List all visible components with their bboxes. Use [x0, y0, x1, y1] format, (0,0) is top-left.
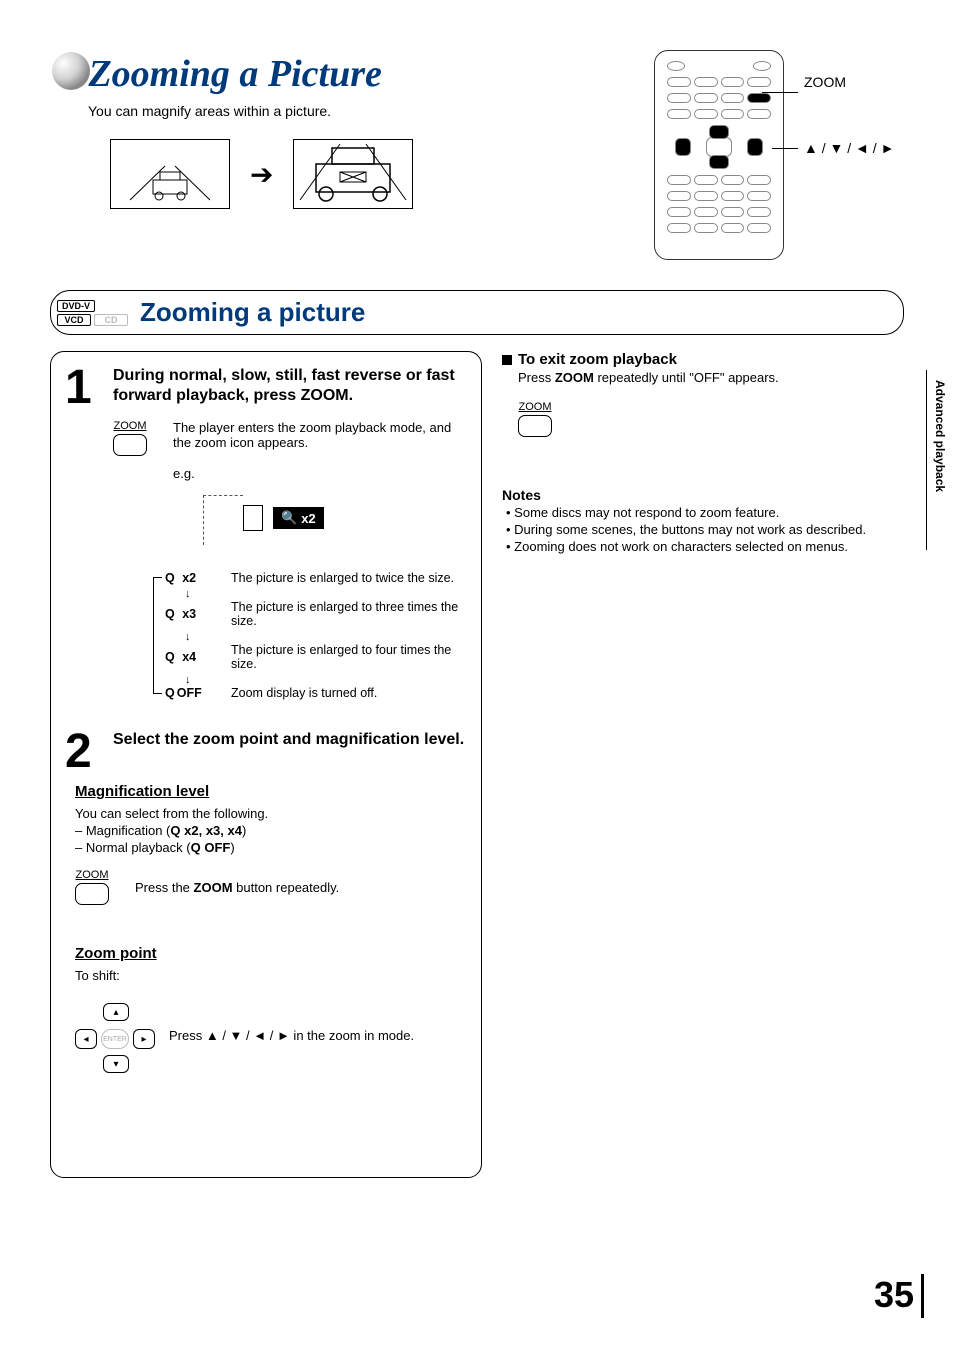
- down-arrow-icon: ↓: [185, 589, 467, 600]
- exit-zoom-desc: Press ZOOM repeatedly until "OFF" appear…: [518, 370, 904, 385]
- left-button-icon: ◂: [75, 1029, 97, 1049]
- zoom-button-icon: ZOOM: [75, 869, 109, 905]
- zoom-point-desc: Press ▲ / ▼ / ◄ / ► in the zoom in mode.: [169, 1028, 414, 1043]
- zoom-repeat-desc: Press the ZOOM button repeatedly.: [135, 880, 339, 895]
- remote-zoom-label: ZOOM: [804, 74, 846, 90]
- decorative-sphere-icon: [50, 50, 92, 97]
- badge-dvdv: DVD-V: [57, 300, 95, 312]
- list-item: Zooming does not work on characters sele…: [506, 539, 904, 554]
- down-arrow-icon: ↓: [185, 632, 467, 643]
- zoom-osd-value: x2: [301, 511, 315, 526]
- zoom-button-icon: ZOOM: [113, 420, 147, 456]
- right-column: To exit zoom playback Press ZOOM repeate…: [502, 351, 904, 1178]
- title-block: Zooming a Picture You can magnify areas …: [50, 50, 594, 229]
- right-button-icon: ▸: [133, 1029, 155, 1049]
- table-row: QOFF Zoom display is turned off.: [165, 686, 467, 700]
- zoom-level-desc: The picture is enlarged to twice the siz…: [231, 571, 454, 585]
- step-2-number: 2: [65, 730, 103, 773]
- arrow-right-icon: ➔: [250, 158, 273, 191]
- zoom-button-caption: ZOOM: [114, 420, 147, 432]
- up-button-icon: ▴: [103, 1003, 129, 1021]
- zoom-indicator-diagram: 🔍 x2: [193, 485, 467, 565]
- zoom-levels-table: Q x2 The picture is enlarged to twice th…: [153, 571, 467, 700]
- zoom-osd-badge: 🔍 x2: [273, 507, 324, 529]
- magnifier-icon: 🔍: [281, 510, 297, 526]
- list-item: During some scenes, the buttons may not …: [506, 522, 904, 537]
- side-tab-label: Advanced playback: [927, 370, 947, 492]
- magnification-options-1: – Magnification (Q x2, x3, x4): [75, 823, 467, 838]
- step-1: 1 During normal, slow, still, fast rever…: [65, 366, 467, 704]
- zoom-button-caption: ZOOM: [76, 869, 109, 881]
- square-bullet-icon: [502, 355, 512, 365]
- car-after-icon: [293, 139, 413, 209]
- exit-zoom-heading: To exit zoom playback: [502, 351, 904, 368]
- step-1-number: 1: [65, 366, 103, 704]
- zoom-level-label: x2: [182, 571, 196, 585]
- page-title: Zooming a Picture: [88, 52, 381, 96]
- step-1-desc: The player enters the zoom playback mode…: [173, 420, 467, 450]
- steps-panel: 1 During normal, slow, still, fast rever…: [50, 351, 482, 1178]
- format-badges: DVD-V VCD CD: [57, 300, 128, 326]
- car-before-icon: [110, 139, 230, 209]
- notes-heading: Notes: [502, 487, 904, 503]
- content-columns: 1 During normal, slow, still, fast rever…: [50, 351, 904, 1178]
- zoom-level-label: x3: [182, 607, 196, 621]
- page-subtitle: You can magnify areas within a picture.: [88, 103, 594, 119]
- list-item: Some discs may not respond to zoom featu…: [506, 505, 904, 520]
- magnification-level-heading: Magnification level: [75, 783, 467, 800]
- section-heading-bar: DVD-V VCD CD Zooming a picture: [50, 290, 904, 335]
- badge-vcd: VCD: [57, 314, 91, 326]
- zoom-point-text: To shift:: [75, 968, 467, 983]
- zoom-button-caption: ZOOM: [519, 401, 552, 413]
- zoom-level-desc: Zoom display is turned off.: [231, 686, 377, 700]
- table-row: Q x3 The picture is enlarged to three ti…: [165, 600, 467, 628]
- zoom-level-desc: The picture is enlarged to four times th…: [231, 643, 467, 671]
- remote-diagram: ZOOM ▲ / ▼ / ◄ / ►: [654, 50, 904, 260]
- table-row: Q x2 The picture is enlarged to twice th…: [165, 571, 467, 585]
- side-tab: Advanced playback: [926, 370, 954, 550]
- notes-list: Some discs may not respond to zoom featu…: [502, 505, 904, 554]
- badge-cd: CD: [94, 314, 128, 326]
- step-2: 2 Select the zoom point and magnificatio…: [65, 730, 467, 773]
- zoom-level-label: OFF: [177, 686, 202, 700]
- header-row: Zooming a Picture You can magnify areas …: [50, 50, 904, 260]
- table-row: Q x4 The picture is enlarged to four tim…: [165, 643, 467, 671]
- zoom-point-heading: Zoom point: [75, 945, 467, 962]
- zoom-level-desc: The picture is enlarged to three times t…: [231, 600, 467, 628]
- magnification-options-2: – Normal playback (Q OFF): [75, 840, 467, 855]
- zoom-level-label: x4: [182, 650, 196, 664]
- step-1-heading: During normal, slow, still, fast reverse…: [113, 366, 467, 406]
- enter-button-icon: ENTER: [101, 1029, 129, 1049]
- section-title: Zooming a picture: [140, 297, 365, 328]
- zoom-button-icon: ZOOM: [518, 401, 552, 437]
- zoom-example-illustration: ➔: [110, 139, 594, 209]
- remote-icon: [654, 50, 784, 260]
- eg-label: e.g.: [173, 466, 467, 481]
- dpad-icon: ▴ ▾ ◂ ▸ ENTER: [75, 1003, 155, 1073]
- page-number: 35: [874, 1274, 914, 1316]
- remote-dpad-label: ▲ / ▼ / ◄ / ►: [804, 140, 894, 156]
- magnification-level-text: You can select from the following.: [75, 806, 467, 821]
- down-button-icon: ▾: [103, 1055, 129, 1073]
- step-2-heading: Select the zoom point and magnification …: [113, 730, 467, 750]
- down-arrow-icon: ↓: [185, 675, 467, 686]
